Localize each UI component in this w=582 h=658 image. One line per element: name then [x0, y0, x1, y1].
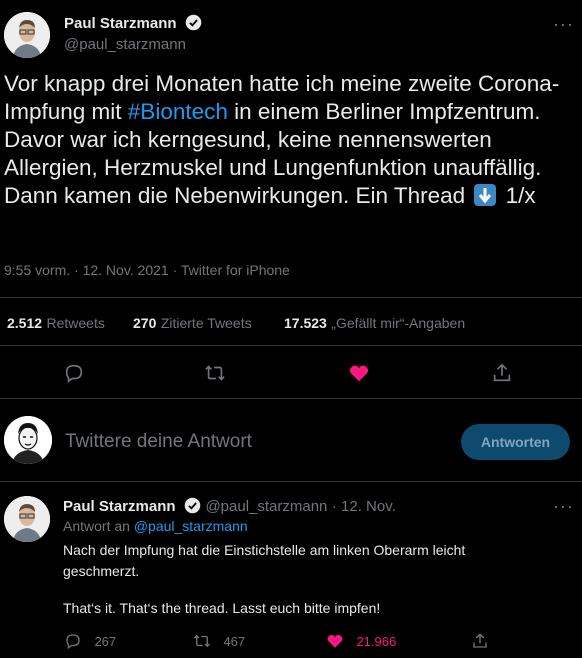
like-heart-icon[interactable] — [348, 362, 370, 389]
reply-like-action[interactable]: 21.966 — [326, 632, 396, 655]
divider — [0, 398, 582, 399]
share-icon[interactable] — [491, 362, 513, 389]
verified-badge-icon — [185, 14, 202, 36]
reply-author-handle[interactable]: @paul_starzmann — [205, 498, 327, 515]
retweets-label: Retweets — [46, 315, 105, 331]
reply-author-name[interactable]: Paul Starzmann — [63, 498, 176, 515]
author-name[interactable]: Paul Starzmann — [64, 15, 177, 32]
reply-input[interactable]: Twittere deine Antwort — [65, 431, 252, 453]
reply-to-line: Antwort an @paul_starzmann — [63, 518, 248, 534]
reply-text-line-2: geschmerzt. — [63, 563, 140, 579]
retweet-icon — [193, 632, 211, 655]
author-name-row[interactable]: Paul Starzmann — [64, 14, 202, 36]
divider — [0, 481, 582, 482]
retweets-stat[interactable]: 2.512 Retweets — [7, 315, 105, 333]
reply-text-line-1: Nach der Impfung hat die Einstichstelle … — [63, 542, 466, 558]
reply-icon — [64, 632, 82, 655]
reply-count: 267 — [94, 634, 117, 649]
reply-icon[interactable] — [63, 362, 85, 389]
current-user-avatar[interactable] — [4, 416, 52, 464]
reply-retweet-action[interactable]: 467 — [193, 632, 245, 655]
retweet-icon[interactable] — [204, 362, 226, 389]
reply-text-line-3: That‘s it. That‘s the thread. Lasst euch… — [63, 600, 381, 616]
likes-label: „Gefällt mir“-Angaben — [331, 315, 466, 331]
divider — [0, 345, 582, 346]
reply-more-options-icon[interactable]: ··· — [553, 496, 574, 517]
quotes-count: 270 — [133, 315, 157, 331]
reply-submit-button[interactable]: Antworten — [461, 424, 570, 460]
reply-to-prefix: Antwort an — [63, 518, 130, 534]
likes-count: 17.523 — [284, 315, 327, 331]
retweets-count: 2.512 — [7, 315, 43, 331]
reply-share-action[interactable] — [471, 632, 489, 655]
tweet-text: Vor knapp drei Monaten hatte ich meine z… — [4, 70, 564, 210]
divider — [0, 297, 582, 298]
down-arrow-emoji-icon — [474, 184, 497, 206]
reply-author-row[interactable]: Paul Starzmann @paul_starzmann · 12. Nov… — [63, 497, 396, 519]
reply-author-avatar[interactable] — [4, 496, 50, 542]
tweet-text-end: 1/x — [505, 183, 536, 208]
reply-reply-action[interactable]: 267 — [64, 632, 116, 655]
hashtag-link[interactable]: #Biontech — [128, 99, 228, 124]
like-count: 21.966 — [356, 634, 397, 649]
retweet-count: 467 — [223, 634, 246, 649]
quotes-label: Zitierte Tweets — [160, 315, 252, 331]
author-avatar[interactable] — [4, 12, 50, 58]
like-heart-icon — [326, 632, 344, 655]
share-icon — [471, 632, 489, 655]
tweet-timestamp[interactable]: 9:55 vorm. · 12. Nov. 2021 · Twitter for… — [4, 262, 290, 278]
likes-stat[interactable]: 17.523 „Gefällt mir“-Angaben — [284, 315, 465, 333]
more-options-icon[interactable]: ··· — [553, 14, 574, 35]
reply-to-handle-link[interactable]: @paul_starzmann — [134, 518, 248, 534]
verified-badge-icon — [184, 497, 201, 519]
quotes-stat[interactable]: 270 Zitierte Tweets — [133, 315, 252, 333]
author-handle[interactable]: @paul_starzmann — [64, 36, 186, 53]
reply-date[interactable]: · 12. Nov. — [332, 498, 396, 515]
